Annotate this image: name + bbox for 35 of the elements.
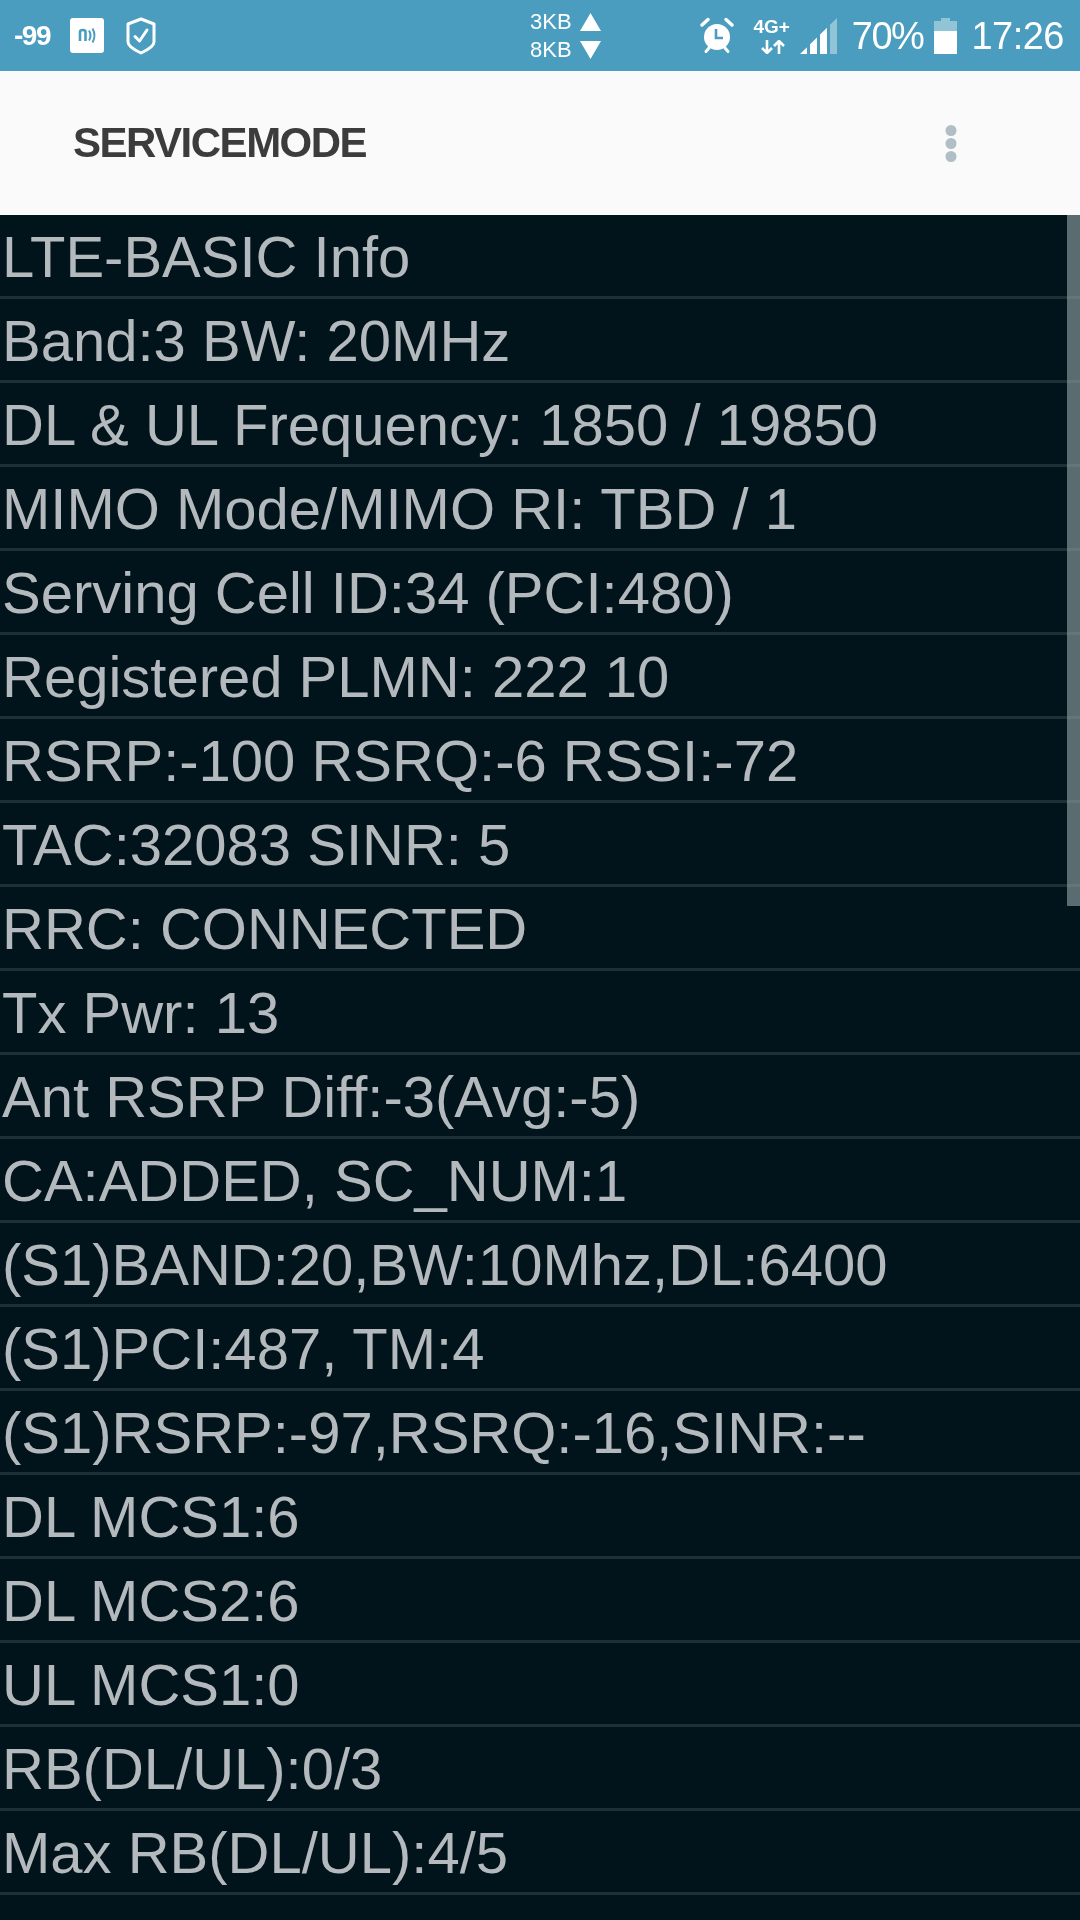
network-type: 4G+ (753, 17, 790, 36)
info-line: TAC:32083 SINR: 5 (1, 812, 511, 879)
alarm-clock-icon (699, 17, 736, 54)
clock-time: 17:26 (971, 16, 1064, 55)
signal-strength-reading: -99 (14, 21, 50, 50)
signal-bars-icon (799, 17, 837, 54)
info-line: DL MCS1:6 (1, 1484, 300, 1551)
info-line: Tx Pwr: 13 (1, 980, 280, 1047)
info-line: Band:3 BW: 20MHz (1, 308, 511, 375)
upload-arrow-icon (579, 12, 601, 31)
info-line: (S1)RSRP:-97,RSRQ:-16,SINR:-- (1, 1400, 866, 1467)
info-line: Ant RSRP Diff:-3(Avg:-5) (1, 1064, 641, 1131)
info-line: CA:ADDED, SC_NUM:1 (1, 1148, 628, 1215)
info-line: Max RB(DL/UL):4/5 (1, 1820, 509, 1887)
info-line: RRC: CONNECTED (1, 896, 528, 963)
info-line: DL MCS2:6 (1, 1568, 300, 1635)
battery-icon (934, 17, 958, 54)
battery-percent: 70% (851, 16, 924, 55)
info-line: DL & UL Frequency: 1850 / 19850 (1, 392, 878, 459)
info-line: UL MCS1:0 (1, 1652, 300, 1719)
download-arrow-icon (579, 40, 601, 59)
info-line: (S1)BAND:20,BW:10Mhz,DL:6400 (1, 1232, 888, 1299)
info-line: LTE-BASIC Info (1, 224, 411, 291)
info-line: (S1)PCI:487, TM:4 (1, 1316, 485, 1383)
info-line: RB(DL/UL):0/3 (1, 1736, 383, 1803)
info-line: MIMO Mode/MIMO RI: TBD / 1 (1, 476, 797, 543)
info-line: RSRP:-100 RSRQ:-6 RSSI:-72 (1, 728, 799, 795)
app-title: SERVICEMODE (73, 119, 367, 167)
info-line: Registered PLMN: 222 10 (1, 644, 670, 711)
download-speed: 8KB (529, 38, 572, 61)
more-options-icon[interactable] (945, 124, 957, 162)
upload-speed: 3KB (529, 10, 572, 33)
shield-check-icon (125, 16, 156, 55)
nfc-icon (69, 18, 104, 53)
info-line: Serving Cell ID:34 (PCI:480) (1, 560, 734, 627)
